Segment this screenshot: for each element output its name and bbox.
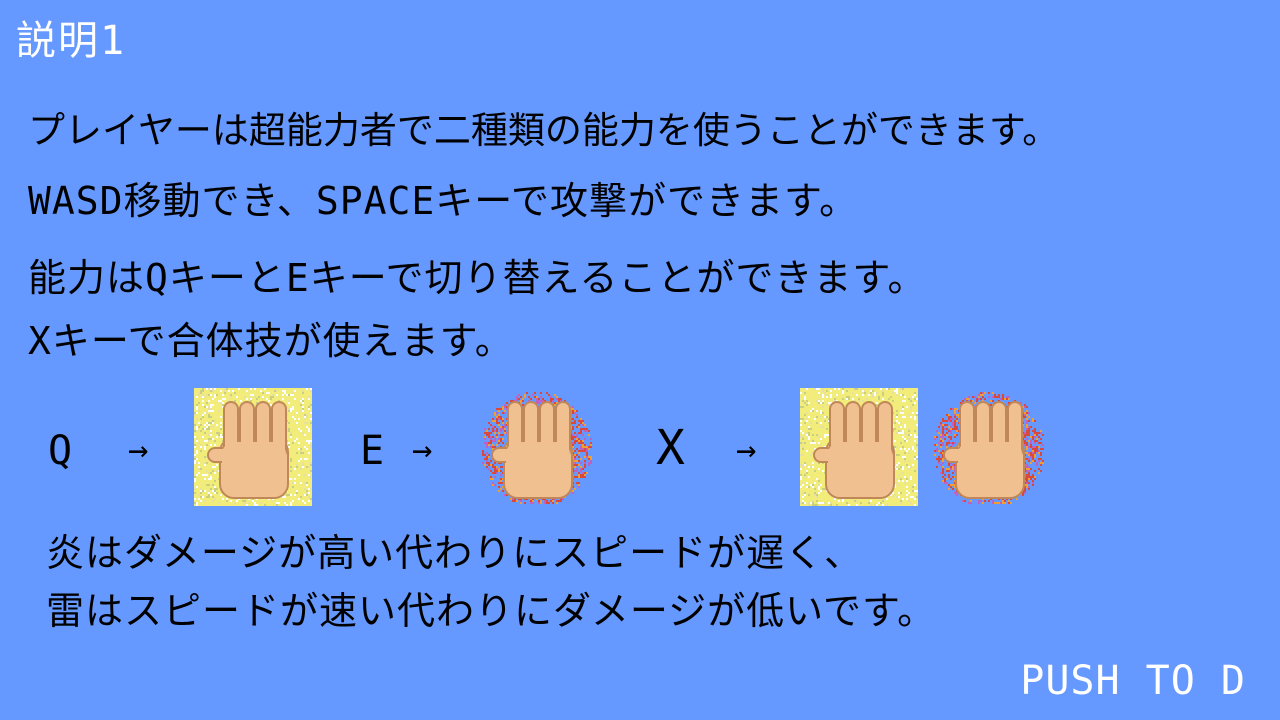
description-line-fire: 炎はダメージが高い代わりにスピードが遅く、	[46, 531, 864, 575]
instruction-line-2: WASD移動でき、SPACEキーで攻撃ができます。	[28, 179, 859, 223]
push-to-continue-prompt[interactable]: PUSH TO D	[1020, 658, 1246, 704]
arrow-icon: →	[128, 430, 149, 470]
lightning-hand-icon	[194, 388, 312, 506]
fire-hand-icon	[478, 388, 596, 506]
x-key-label: X	[656, 420, 685, 476]
title: 説明1	[16, 18, 127, 64]
instruction-line-1: プレイヤーは超能力者で二種類の能力を使うことができます。	[28, 109, 1060, 152]
q-key-label: Q	[48, 428, 73, 474]
e-key-label: E	[360, 428, 385, 474]
instruction-line-4: Xキーで合体技が使えます。	[28, 319, 514, 363]
arrow-icon: →	[412, 430, 433, 470]
combo-lightning-hand-icon	[800, 388, 918, 506]
instruction-line-3: 能力はQキーとEキーで切り替えることができます。	[28, 256, 927, 300]
arrow-icon: →	[736, 430, 757, 470]
description-line-lightning: 雷はスピードが速い代わりにダメージが低いです。	[46, 589, 937, 633]
combo-fire-hand-icon	[930, 388, 1048, 506]
